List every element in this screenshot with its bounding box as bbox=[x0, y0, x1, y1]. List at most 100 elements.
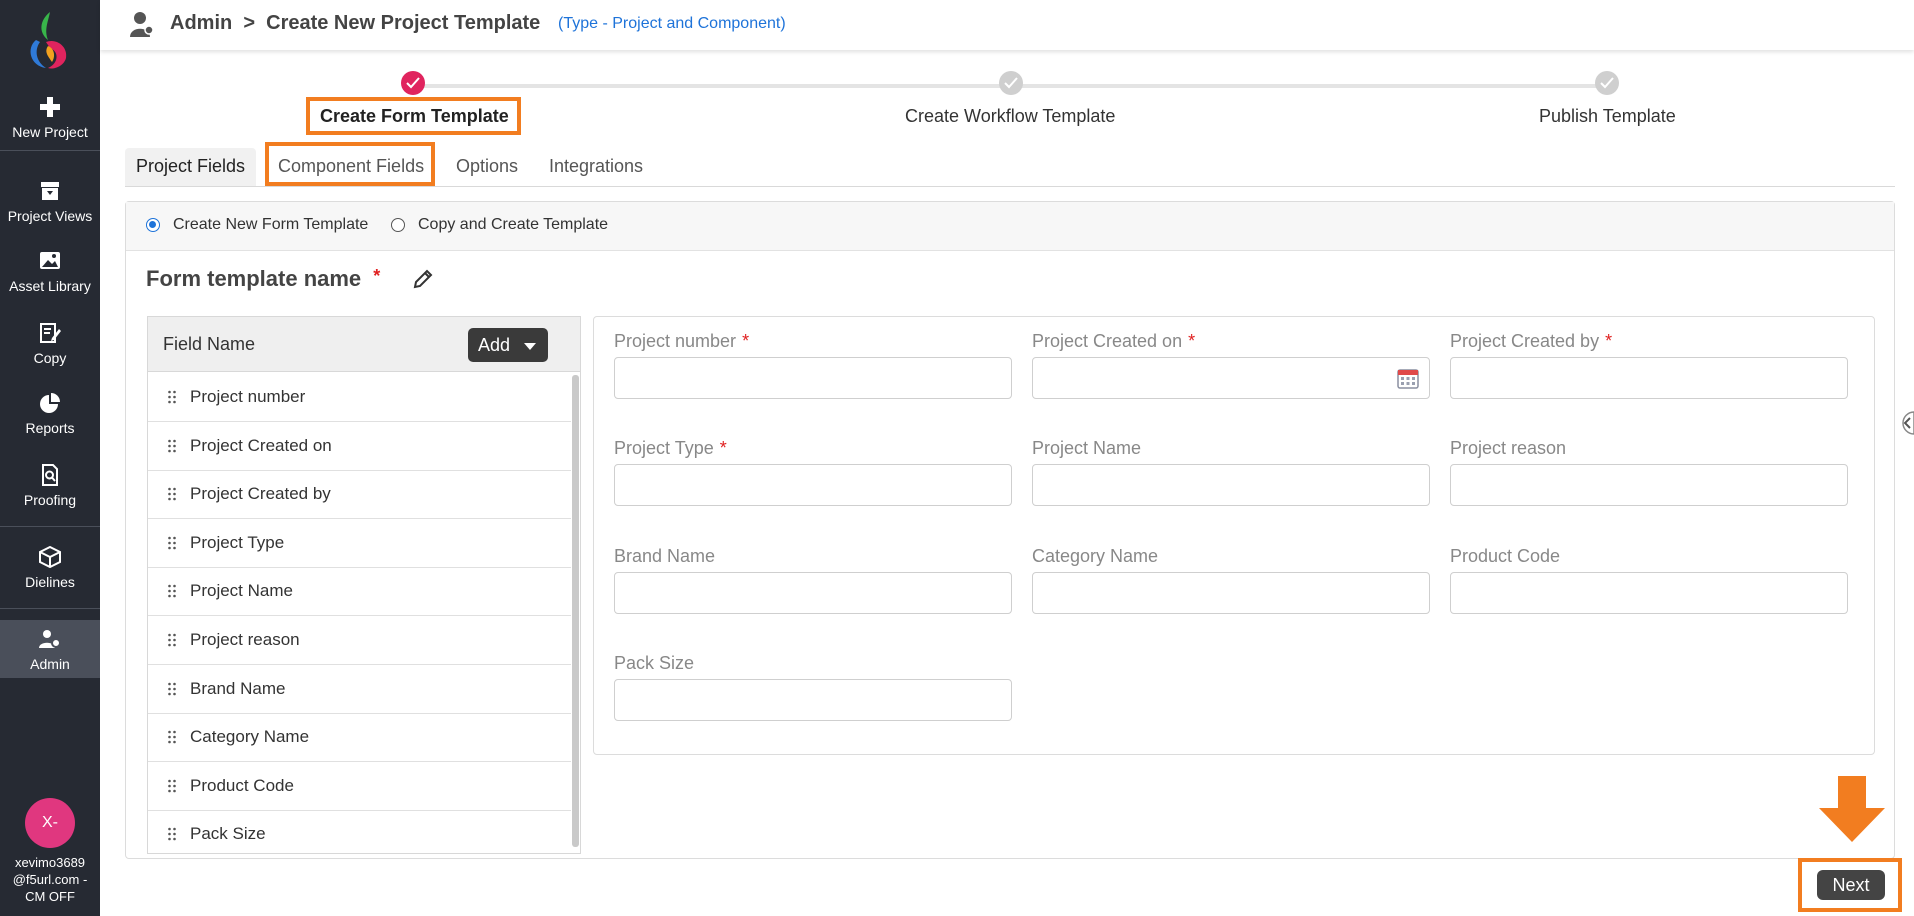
field-list-item[interactable]: Pack Size bbox=[148, 810, 571, 853]
field-list-item[interactable]: Category Name bbox=[148, 713, 571, 763]
step-3-label[interactable]: Publish Template bbox=[1539, 106, 1676, 127]
drag-handle-icon[interactable] bbox=[167, 632, 177, 648]
tab-integrations[interactable]: Integrations bbox=[538, 148, 654, 186]
drag-handle-icon[interactable] bbox=[167, 681, 177, 697]
step-2-label[interactable]: Create Workflow Template bbox=[905, 106, 1115, 127]
drag-handle-icon[interactable] bbox=[167, 583, 177, 599]
add-field-label: Add bbox=[478, 335, 511, 355]
field-name-list: Field Name Add Project number Project Cre… bbox=[147, 316, 581, 854]
sidebar-item-new-project[interactable]: New Project bbox=[0, 96, 100, 140]
chevron-left-icon[interactable] bbox=[1898, 408, 1914, 438]
sidebar-item-label: Proofing bbox=[23, 492, 77, 508]
add-field-button[interactable]: Add bbox=[468, 328, 548, 362]
sidebar-item-label: Reports bbox=[25, 420, 75, 436]
preview-field-input[interactable] bbox=[1032, 357, 1430, 399]
field-list-item-label: Project reason bbox=[190, 630, 300, 649]
preview-field-input[interactable] bbox=[614, 679, 1012, 721]
step-1-check-icon bbox=[401, 71, 425, 95]
field-list-item[interactable]: Project Type bbox=[148, 519, 571, 568]
preview-field-label: Product Code bbox=[1450, 546, 1566, 567]
sidebar-item-label: Copy bbox=[33, 350, 67, 366]
preview-field-label-text: Category Name bbox=[1032, 546, 1159, 566]
drag-handle-icon[interactable] bbox=[167, 778, 177, 794]
step-2-check-icon bbox=[999, 71, 1023, 95]
preview-field-input[interactable] bbox=[614, 464, 1012, 506]
pencil-icon[interactable] bbox=[412, 268, 434, 290]
field-list-item[interactable]: Product Code bbox=[148, 762, 571, 811]
field-list-item[interactable]: Project number bbox=[148, 373, 571, 422]
step-1-label[interactable]: Create Form Template bbox=[320, 106, 509, 127]
field-list-item[interactable]: Project Name bbox=[148, 567, 571, 617]
avatar[interactable]: X- bbox=[25, 798, 75, 848]
preview-field-input[interactable] bbox=[1450, 464, 1848, 506]
sidebar-item-label: Admin bbox=[30, 656, 70, 672]
sidebar-item-label: Project Views bbox=[7, 208, 93, 224]
form-template-name-label: Form template name bbox=[146, 266, 362, 291]
drag-handle-icon[interactable] bbox=[167, 729, 177, 745]
drag-handle-icon[interactable] bbox=[167, 389, 177, 405]
breadcrumb: Admin > Create New Project Template bbox=[170, 12, 541, 34]
tab-project-fields[interactable]: Project Fields bbox=[125, 148, 257, 186]
preview-field-label: Pack Size bbox=[614, 653, 700, 674]
preview-field-label: Project Created on * bbox=[1032, 331, 1195, 352]
preview-field-label-text: Brand Name bbox=[614, 546, 716, 566]
copy-create-label[interactable]: Copy and Create Template bbox=[418, 216, 608, 234]
field-list-item[interactable]: Project Created on bbox=[148, 422, 571, 471]
field-list-item[interactable]: Project Created by bbox=[148, 470, 571, 520]
field-list-item-label: Project Created by bbox=[190, 484, 331, 504]
drag-handle-icon[interactable] bbox=[167, 826, 177, 842]
create-new-radio[interactable] bbox=[146, 218, 160, 232]
preview-field-input[interactable] bbox=[1450, 357, 1848, 399]
required-marker: * bbox=[373, 266, 381, 286]
preview-field-label-text: Project Name bbox=[1032, 438, 1142, 458]
drag-handle-icon[interactable] bbox=[167, 486, 177, 502]
user-info: xevimo3689 @f5url.com - CM OFF bbox=[0, 854, 100, 905]
edit-document-icon bbox=[40, 323, 61, 343]
copy-create-radio[interactable] bbox=[391, 218, 405, 232]
create-new-label[interactable]: Create New Form Template bbox=[173, 216, 368, 234]
search-document-icon bbox=[42, 464, 58, 486]
preview-field-label-text: Product Code bbox=[1450, 546, 1561, 566]
sidebar-item-reports[interactable]: Reports bbox=[0, 392, 100, 436]
user-line: @f5url.com - bbox=[12, 872, 88, 887]
preview-field-label-text: Project Created on bbox=[1032, 331, 1183, 351]
scrollbar[interactable] bbox=[572, 375, 579, 847]
pie-chart-icon bbox=[40, 393, 60, 413]
calendar-icon[interactable] bbox=[1397, 367, 1419, 389]
required-marker: * bbox=[742, 331, 750, 351]
admin-user-icon bbox=[130, 12, 154, 37]
preview-field-input[interactable] bbox=[1032, 464, 1430, 506]
preview-field-input[interactable] bbox=[614, 572, 1012, 614]
preview-field-label: Project Type * bbox=[614, 438, 727, 459]
sidebar-item-copy[interactable]: Copy bbox=[0, 322, 100, 366]
top-header: Admin > Create New Project Template (Typ… bbox=[100, 0, 1914, 50]
sidebar-divider bbox=[0, 526, 100, 527]
drag-handle-icon[interactable] bbox=[167, 535, 177, 551]
field-list-item[interactable]: Brand Name bbox=[148, 665, 571, 714]
stepper-line bbox=[1011, 84, 1607, 88]
arrow-down-icon bbox=[1819, 776, 1885, 842]
sidebar-divider bbox=[0, 608, 100, 609]
preview-field-input[interactable] bbox=[1450, 572, 1848, 614]
sidebar: New Project Project Views Asset Library … bbox=[0, 0, 100, 916]
plus-icon bbox=[40, 97, 60, 117]
drag-handle-icon[interactable] bbox=[167, 438, 177, 454]
field-list-item-label: Product Code bbox=[190, 775, 294, 795]
preview-field-input[interactable] bbox=[1032, 572, 1430, 614]
template-type-label: (Type - Project and Component) bbox=[558, 15, 786, 32]
field-list-item[interactable]: Project reason bbox=[148, 616, 571, 665]
sidebar-item-proofing[interactable]: Proofing bbox=[0, 464, 100, 508]
next-button[interactable]: Next bbox=[1817, 870, 1885, 900]
sidebar-item-admin[interactable]: Admin bbox=[0, 620, 100, 678]
user-line: CM OFF bbox=[25, 889, 75, 904]
chevron-down-icon bbox=[524, 343, 536, 350]
sidebar-item-project-views[interactable]: Project Views bbox=[0, 180, 100, 224]
field-list-item-label: Project Name bbox=[190, 581, 293, 601]
app-logo[interactable] bbox=[26, 10, 74, 72]
sidebar-item-dielines[interactable]: Dielines bbox=[0, 546, 100, 590]
sidebar-item-asset-library[interactable]: Asset Library bbox=[0, 250, 100, 294]
preview-field-input[interactable] bbox=[614, 357, 1012, 399]
preview-field-label-text: Project Type bbox=[614, 438, 714, 458]
tab-options[interactable]: Options bbox=[445, 148, 529, 186]
field-list-item-label: Pack Size bbox=[190, 824, 266, 844]
